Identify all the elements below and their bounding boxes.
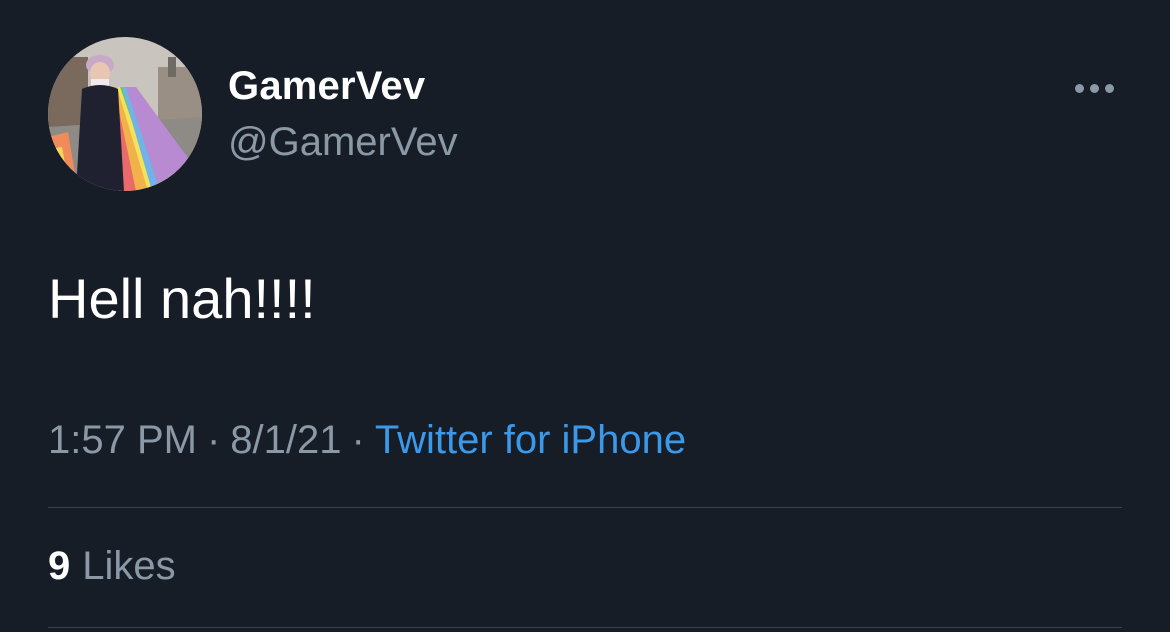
tweet-date[interactable]: 8/1/21 (230, 418, 341, 462)
tweet-detail: GamerVev @GamerVev Hell nah!!!! 1:57 PM ·… (0, 0, 1170, 632)
tweet-text: Hell nah!!!! (48, 267, 316, 330)
tweet-source-link[interactable]: Twitter for iPhone (375, 418, 686, 462)
likes-label: Likes (82, 544, 176, 588)
tweet-time[interactable]: 1:57 PM (48, 418, 197, 462)
likes-stat[interactable]: 9 Likes (48, 544, 176, 589)
divider (48, 507, 1122, 508)
more-dot (1104, 83, 1114, 93)
likes-count: 9 (48, 544, 71, 588)
author-handle[interactable]: @GamerVev (228, 120, 458, 165)
tweet-meta: 1:57 PM · 8/1/21 · Twitter for iPhone (48, 418, 686, 463)
more-dot (1089, 83, 1099, 93)
profile-photo-icon (48, 37, 202, 191)
avatar[interactable] (48, 37, 202, 191)
meta-separator: · (206, 418, 221, 462)
divider (48, 627, 1122, 628)
more-options-icon[interactable] (1068, 74, 1120, 102)
author-display-name[interactable]: GamerVev (228, 64, 425, 109)
more-dot (1074, 83, 1084, 93)
meta-separator: · (351, 418, 365, 462)
